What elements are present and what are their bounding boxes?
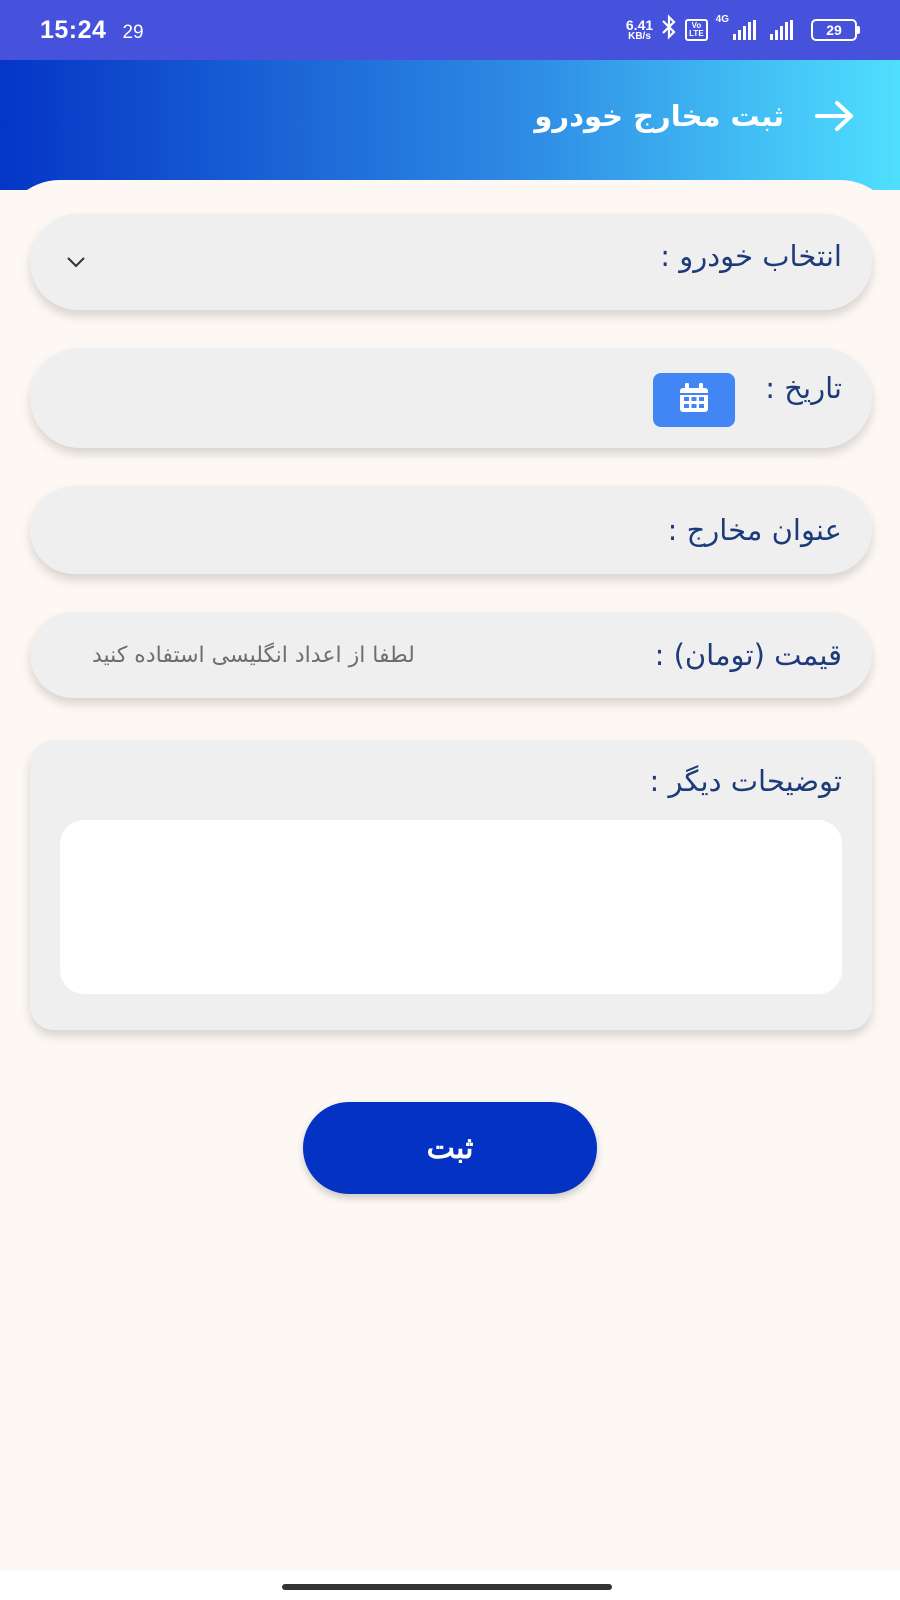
chevron-down-icon[interactable] [64, 250, 88, 274]
expense-title-label: عنوان مخارج : [667, 513, 842, 547]
submit-button[interactable]: ثبت [303, 1102, 597, 1194]
expense-title-field[interactable]: عنوان مخارج : [30, 486, 872, 574]
notes-textarea[interactable] [60, 820, 842, 994]
arrow-right-icon[interactable] [810, 96, 860, 136]
form-content: انتخاب خودرو : تاریخ : عنوان مخارج : قیم… [0, 180, 900, 1570]
app-header: ثبت مخارج خودرو [0, 60, 900, 190]
signal-icon-2 [770, 20, 793, 40]
home-indicator[interactable] [282, 1584, 612, 1590]
price-field[interactable]: قیمت (تومان) : لطفا از اعداد انگلیسی است… [30, 612, 872, 698]
price-input-placeholder[interactable]: لطفا از اعداد انگلیسی استفاده کنید [92, 643, 415, 668]
signal-icon [733, 20, 756, 40]
notes-field: توضیحات دیگر : [30, 740, 872, 1030]
network-type: 4G [715, 14, 729, 25]
date-label: تاریخ : [765, 371, 842, 405]
calendar-button[interactable] [653, 373, 736, 427]
battery-icon: 29 [811, 19, 860, 41]
status-bar: 15:24 29 6.41 KB/s Vo LTE 4G 29 [0, 0, 900, 60]
calendar-icon [678, 382, 710, 418]
price-label: قیمت (تومان) : [654, 638, 842, 672]
date-field: تاریخ : [30, 348, 872, 448]
notes-label: توضیحات دیگر : [649, 764, 843, 798]
car-select-label: انتخاب خودرو : [660, 239, 842, 273]
status-time: 15:24 [40, 15, 107, 44]
bluetooth-icon [661, 14, 677, 46]
notification-count: 29 [122, 21, 144, 43]
page-title: ثبت مخارج خودرو [534, 99, 784, 133]
volte-icon: Vo LTE [685, 19, 708, 41]
network-speed: 6.41 KB/s [625, 17, 654, 42]
car-select[interactable]: انتخاب خودرو : [30, 214, 872, 310]
